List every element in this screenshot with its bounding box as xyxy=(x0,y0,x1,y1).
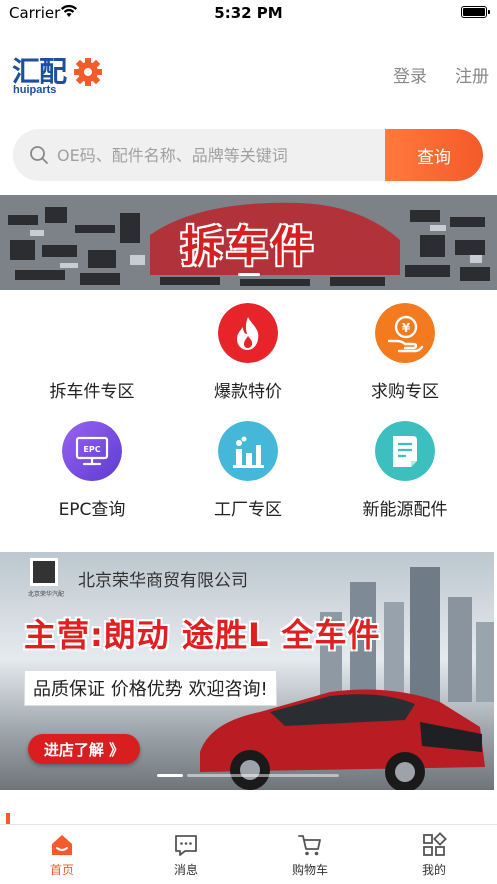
category-dismantled-parts[interactable]: 拆车件专区 xyxy=(32,295,152,405)
category-label: 拆车件专区 xyxy=(49,382,135,402)
epc-icon: EPC xyxy=(62,421,122,481)
battery-icon xyxy=(461,6,490,18)
huiparts-logo: 汇配 huiparts xyxy=(12,50,102,100)
shop-headline: 主营:朗动 途胜L 全车件 xyxy=(24,616,381,654)
profile-grid-icon xyxy=(423,832,447,856)
login-link[interactable]: 登录 xyxy=(393,62,427,87)
bottom-tab-bar: 首页 消息 购物车 我的 xyxy=(0,824,497,884)
tab-profile[interactable]: 我的 xyxy=(372,825,496,884)
home-icon xyxy=(52,835,72,855)
purchase-icon: ¥ xyxy=(375,303,435,363)
logo-text-en: huiparts xyxy=(13,84,57,96)
visit-shop-button[interactable]: 进店了解 》 xyxy=(28,734,140,764)
svg-text:EPC: EPC xyxy=(83,445,100,454)
document-icon xyxy=(375,421,435,481)
register-link[interactable]: 注册 xyxy=(455,62,489,87)
next-section-peek xyxy=(0,795,497,825)
category-factory[interactable]: 工厂专区 xyxy=(188,413,308,523)
category-label: 新能源配件 xyxy=(362,500,448,520)
search-bar: 查询 xyxy=(13,129,483,181)
search-icon xyxy=(30,146,48,164)
fire-icon xyxy=(218,303,278,363)
banner-page-indicator xyxy=(238,273,260,276)
shop-logo-text: 北京荣华汽配 xyxy=(28,591,65,598)
search-input[interactable] xyxy=(57,129,387,181)
shop-promo-banner[interactable]: 北京荣华汽配 北京荣华商贸有限公司 主营:朗动 途胜L 全车件 品质保证 价格优… xyxy=(0,552,494,790)
banner-page-indicator-track xyxy=(187,774,339,777)
category-hot-deals[interactable]: 爆款特价 xyxy=(188,295,308,405)
tab-label: 我的 xyxy=(421,863,446,877)
banner-title: 拆车件 xyxy=(180,222,316,271)
tab-home[interactable]: 首页 xyxy=(0,825,124,884)
shop-company-name: 北京荣华商贸有限公司 xyxy=(78,571,248,591)
category-grid: 拆车件专区 爆款特价 ¥ 求购专区 EPC EPC查询 工厂专区 新能源配件 xyxy=(0,295,497,535)
category-label: 爆款特价 xyxy=(214,382,282,402)
tab-messages[interactable]: 消息 xyxy=(124,825,248,884)
svg-text:¥: ¥ xyxy=(402,321,411,335)
category-purchase[interactable]: ¥ 求购专区 xyxy=(345,295,465,405)
tab-label: 购物车 xyxy=(291,863,328,877)
tab-cart[interactable]: 购物车 xyxy=(248,825,372,884)
factory-icon xyxy=(218,421,278,481)
category-label: EPC查询 xyxy=(58,500,126,520)
cart-icon xyxy=(298,835,321,856)
category-label: 工厂专区 xyxy=(214,500,282,520)
category-new-energy[interactable]: 新能源配件 xyxy=(345,413,465,523)
category-label: 求购专区 xyxy=(371,382,439,402)
banner-page-indicator-active xyxy=(157,774,183,777)
category-epc[interactable]: EPC EPC查询 xyxy=(32,413,152,523)
app-header: 汇配 huiparts 登录 注册 xyxy=(0,44,497,104)
message-icon xyxy=(175,835,197,856)
shop-logo: 北京荣华汽配 xyxy=(28,558,66,598)
search-button[interactable]: 查询 xyxy=(385,129,483,181)
gear-logo-icon xyxy=(74,58,102,86)
status-bar: Carrier 5:32 PM xyxy=(0,0,497,26)
tab-label: 首页 xyxy=(49,863,74,877)
tab-label: 消息 xyxy=(173,863,198,877)
time-label: 5:32 PM xyxy=(214,4,283,22)
